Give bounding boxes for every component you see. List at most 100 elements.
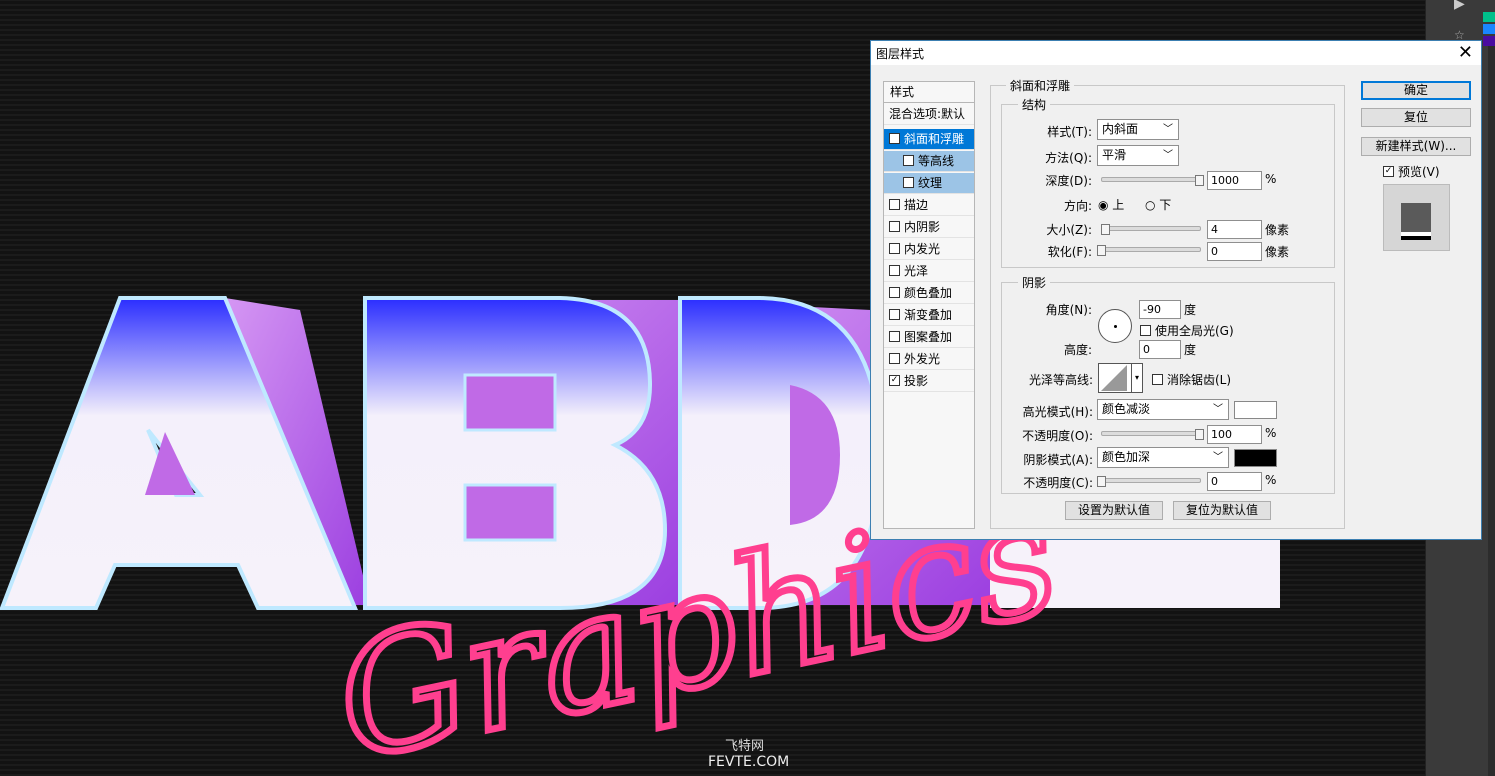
style-checkbox[interactable]: ✓ [889, 375, 900, 386]
style-item[interactable]: 内发光 [884, 239, 974, 260]
make-default-button[interactable]: 设置为默认值 [1065, 501, 1163, 520]
gloss-contour-dropdown[interactable]: ▾ [1131, 363, 1143, 393]
style-item-label: 纹理 [918, 176, 943, 190]
technique-select[interactable]: 平滑 ﹀ [1097, 145, 1179, 166]
shadow-opacity-input[interactable]: 0 [1207, 472, 1262, 491]
altitude-label: 高度: [1063, 343, 1092, 357]
depth-unit: % [1265, 172, 1277, 186]
angle-input[interactable]: -90 [1139, 300, 1181, 319]
highlight-opacity-label: 不透明度(O): [1022, 429, 1093, 443]
style-item[interactable]: 外发光 [884, 349, 974, 370]
style-select[interactable]: 内斜面 ﹀ [1097, 119, 1179, 140]
highlight-opacity-unit: % [1265, 426, 1277, 440]
style-item[interactable]: 图案叠加 [884, 327, 974, 348]
style-item[interactable]: 等高线 [884, 151, 974, 172]
highlight-opacity-thumb[interactable] [1195, 429, 1204, 440]
style-item[interactable]: 内阴影 [884, 217, 974, 238]
style-item[interactable]: 光泽 [884, 261, 974, 282]
style-checkbox[interactable] [889, 353, 900, 364]
direction-up-radio[interactable]: ◉ 上 [1098, 196, 1124, 213]
shadow-opacity-slider[interactable] [1101, 478, 1201, 483]
reset-default-button[interactable]: 复位为默认值 [1173, 501, 1271, 520]
bevel-group: 斜面和浮雕 结构 样式(T): 内斜面 ﹀ 方法(Q): 平滑 ﹀ 深度(D): 1… [990, 77, 1345, 529]
chevron-down-icon: ﹀ [1163, 124, 1173, 135]
style-item[interactable]: ✓ 投影 [884, 371, 974, 392]
highlight-color-swatch[interactable] [1234, 401, 1277, 419]
highlight-mode-label: 高光模式(H): [1022, 405, 1093, 419]
style-item[interactable]: 描边 [884, 195, 974, 216]
chevron-down-icon: ﹀ [1163, 150, 1173, 161]
size-unit: 像素 [1265, 223, 1290, 237]
highlight-opacity-slider[interactable] [1101, 431, 1201, 436]
size-slider-thumb[interactable] [1101, 224, 1110, 235]
style-item-label: 颜色叠加 [904, 286, 953, 300]
style-item[interactable]: ✓ 斜面和浮雕 [884, 129, 974, 150]
style-item-label: 渐变叠加 [904, 308, 953, 322]
depth-slider[interactable] [1101, 177, 1201, 182]
style-checkbox[interactable] [903, 177, 914, 188]
new-style-button[interactable]: 新建样式(W)... [1361, 137, 1471, 156]
shadow-opacity-thumb[interactable] [1097, 476, 1106, 487]
style-checkbox[interactable] [903, 155, 914, 166]
style-checkbox[interactable] [889, 309, 900, 320]
chevron-down-icon: ﹀ [1213, 452, 1223, 463]
style-item[interactable]: 颜色叠加 [884, 283, 974, 304]
style-checkbox[interactable] [889, 331, 900, 342]
soften-slider-thumb[interactable] [1097, 245, 1106, 256]
style-checkbox[interactable] [889, 265, 900, 276]
reset-button[interactable]: 复位 [1361, 108, 1471, 127]
soften-unit: 像素 [1265, 245, 1290, 259]
ok-button[interactable]: 确定 [1361, 81, 1471, 100]
style-item-label: 样式 [890, 85, 915, 99]
size-slider[interactable] [1101, 226, 1201, 231]
soften-slider[interactable] [1101, 247, 1201, 252]
swatch-blue[interactable] [1483, 24, 1495, 34]
preview-checkbox[interactable]: ✓ 预览(V) [1383, 163, 1440, 180]
style-item[interactable]: 渐变叠加 [884, 305, 974, 326]
shadow-mode-select[interactable]: 颜色加深 ﹀ [1097, 447, 1229, 468]
style-checkbox[interactable] [889, 243, 900, 254]
styles-list: 样式混合选项:默认 ✓ 斜面和浮雕等高线纹理描边内阴影 内发光 光泽颜色叠加渐变叠加图案… [883, 81, 975, 529]
style-checkbox[interactable] [889, 221, 900, 232]
style-preview-thumbnail [1383, 184, 1450, 251]
soften-label: 软化(F): [1047, 245, 1092, 259]
soften-input[interactable]: 0 [1207, 242, 1262, 261]
angle-dial[interactable] [1098, 309, 1132, 343]
depth-input[interactable]: 1000 [1207, 171, 1262, 190]
style-item[interactable]: 样式 [884, 82, 974, 103]
style-item-label: 描边 [904, 198, 929, 212]
play-icon[interactable]: ▶ [1454, 0, 1465, 12]
direction-down-radio[interactable]: ○ 下 [1145, 196, 1171, 213]
depth-slider-thumb[interactable] [1195, 175, 1204, 186]
close-icon[interactable]: ✕ [1458, 42, 1473, 63]
depth-label: 深度(D): [1045, 174, 1092, 188]
dialog-titlebar[interactable]: 图层样式 ✕ [871, 41, 1481, 65]
watermark-en: FEVTE.COM [708, 754, 790, 770]
highlight-mode-select[interactable]: 颜色减淡 ﹀ [1097, 399, 1229, 420]
global-light-checkbox[interactable]: 使用全局光(G) [1140, 322, 1234, 339]
layer-style-dialog: 图层样式 ✕ 样式混合选项:默认 ✓ 斜面和浮雕等高线纹理描边内阴影 内发光 光泽颜色叠… [870, 40, 1482, 540]
style-checkbox[interactable] [889, 199, 900, 210]
angle-unit: 度 [1184, 303, 1197, 317]
style-checkbox[interactable]: ✓ [889, 133, 900, 144]
chevron-down-icon: ﹀ [1213, 404, 1223, 415]
style-item-label: 等高线 [918, 154, 955, 168]
size-input[interactable]: 4 [1207, 220, 1262, 239]
antialias-checkbox[interactable]: 消除锯齿(L) [1152, 371, 1231, 388]
shadow-opacity-unit: % [1265, 473, 1277, 487]
gloss-contour-picker[interactable] [1098, 363, 1132, 393]
shading-group: 阴影 角度(N): -90 度 使用全局光(G) 高度: 0 度 光泽等高线: … [1001, 274, 1335, 494]
style-item[interactable]: 混合选项:默认 [884, 104, 974, 125]
shading-title: 阴影 [1018, 274, 1051, 291]
watermark-cn: 飞特网 [725, 739, 765, 754]
swatch-green[interactable] [1483, 12, 1495, 22]
altitude-input[interactable]: 0 [1139, 340, 1181, 359]
style-item[interactable]: 纹理 [884, 173, 974, 194]
gloss-contour-label: 光泽等高线: [1028, 373, 1093, 387]
shadow-color-swatch[interactable] [1234, 449, 1277, 467]
structure-title: 结构 [1018, 96, 1051, 113]
highlight-opacity-input[interactable]: 100 [1207, 425, 1262, 444]
shadow-mode-label: 阴影模式(A): [1023, 453, 1093, 467]
style-checkbox[interactable] [889, 287, 900, 298]
swatch-purple[interactable] [1483, 36, 1495, 46]
